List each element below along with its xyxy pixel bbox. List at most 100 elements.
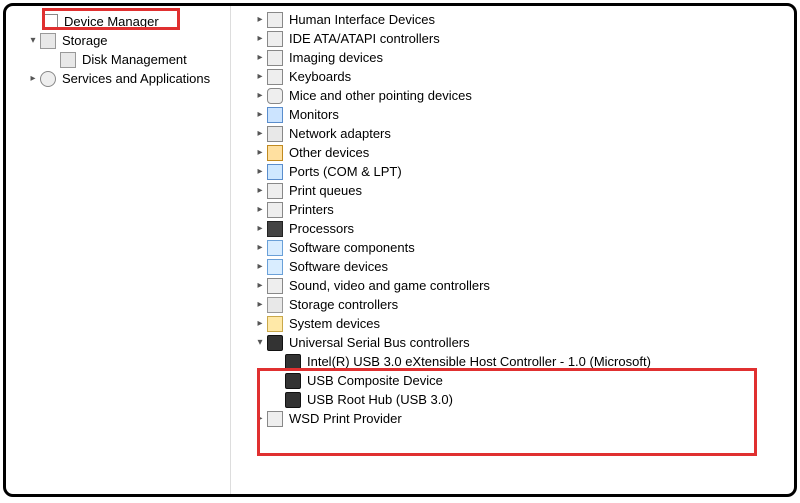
tree-item-label: Device Manager: [62, 13, 161, 30]
usb-icon: [285, 373, 301, 389]
storage-controller-icon: [267, 297, 283, 313]
tree-item-label: Ports (COM & LPT): [287, 163, 404, 180]
tree-item-sysdev[interactable]: ▸ System devices: [235, 314, 786, 333]
device-manager-tree: ▸ Human Interface Devices ▸ IDE ATA/ATAPI c…: [231, 6, 794, 494]
tree-item-label: Sound, video and game controllers: [287, 277, 492, 294]
tree-item-label: Mice and other pointing devices: [287, 87, 474, 104]
tree-item-label: Keyboards: [287, 68, 353, 85]
chevron-right-icon[interactable]: ▸: [253, 52, 267, 63]
disk-management-icon: [60, 52, 76, 68]
tree-item-disk-management[interactable]: Disk Management: [12, 50, 226, 69]
chevron-right-icon[interactable]: ▸: [253, 185, 267, 196]
tree-item-label: Universal Serial Bus controllers: [287, 334, 472, 351]
mmc-left-pane: Device Manager ▾ Storage Disk Management…: [6, 6, 231, 494]
tree-item-printq[interactable]: ▸ Print queues: [235, 181, 786, 200]
tree-item-usb-device[interactable]: USB Root Hub (USB 3.0): [235, 390, 786, 409]
system-devices-icon: [267, 316, 283, 332]
monitor-icon: [267, 107, 283, 123]
tree-item-label: USB Composite Device: [305, 372, 445, 389]
printer-icon: [267, 411, 283, 427]
tree-item-label: Monitors: [287, 106, 341, 123]
tree-item-swdev[interactable]: ▸ Software devices: [235, 257, 786, 276]
tree-item-device-manager[interactable]: Device Manager: [12, 12, 226, 31]
tree-item-label: Print queues: [287, 182, 364, 199]
tree-item-label: Network adapters: [287, 125, 393, 142]
chevron-right-icon[interactable]: ▸: [26, 73, 40, 84]
tree-item-label: IDE ATA/ATAPI controllers: [287, 30, 442, 47]
tree-item-wsd-print-provider[interactable]: ▸ WSD Print Provider: [235, 409, 786, 428]
tree-item-services-and-applications[interactable]: ▸ Services and Applications: [12, 69, 226, 88]
tree-item-label: USB Root Hub (USB 3.0): [305, 391, 455, 408]
imaging-icon: [267, 50, 283, 66]
tree-item-monitors[interactable]: ▸ Monitors: [235, 105, 786, 124]
chevron-right-icon[interactable]: ▸: [253, 223, 267, 234]
chevron-right-icon[interactable]: ▸: [253, 71, 267, 82]
mouse-icon: [267, 88, 283, 104]
usb-icon: [267, 335, 283, 351]
services-icon: [40, 71, 56, 87]
other-devices-icon: [267, 145, 283, 161]
tree-item-label: Processors: [287, 220, 356, 237]
chevron-right-icon[interactable]: ▸: [253, 261, 267, 272]
network-icon: [267, 126, 283, 142]
tree-item-ide[interactable]: ▸ IDE ATA/ATAPI controllers: [235, 29, 786, 48]
tree-item-swcomp[interactable]: ▸ Software components: [235, 238, 786, 257]
tree-item-storage[interactable]: ▾ Storage: [12, 31, 226, 50]
tree-item-other[interactable]: ▸ Other devices: [235, 143, 786, 162]
tree-item-label: Storage: [60, 32, 110, 49]
chevron-right-icon[interactable]: ▸: [253, 166, 267, 177]
usb-icon: [285, 392, 301, 408]
printer-icon: [267, 202, 283, 218]
chevron-right-icon[interactable]: ▸: [253, 33, 267, 44]
tree-item-hid[interactable]: ▸ Human Interface Devices: [235, 10, 786, 29]
chevron-right-icon[interactable]: ▸: [253, 147, 267, 158]
software-icon: [267, 259, 283, 275]
usb-icon: [285, 354, 301, 370]
tree-item-label: Software devices: [287, 258, 390, 275]
tree-item-usb-controllers[interactable]: ▾ Universal Serial Bus controllers: [235, 333, 786, 352]
software-icon: [267, 240, 283, 256]
tree-item-label: Imaging devices: [287, 49, 385, 66]
chevron-right-icon[interactable]: ▸: [253, 280, 267, 291]
tree-item-keyboards[interactable]: ▸ Keyboards: [235, 67, 786, 86]
tree-item-label: Other devices: [287, 144, 371, 161]
sound-icon: [267, 278, 283, 294]
tree-item-label: System devices: [287, 315, 382, 332]
chevron-right-icon[interactable]: ▸: [253, 90, 267, 101]
tree-item-usb-device[interactable]: Intel(R) USB 3.0 eXtensible Host Control…: [235, 352, 786, 371]
chevron-right-icon[interactable]: ▸: [253, 242, 267, 253]
chevron-right-icon[interactable]: ▸: [253, 14, 267, 25]
keyboard-icon: [267, 69, 283, 85]
tree-item-label: Printers: [287, 201, 336, 218]
chevron-right-icon[interactable]: ▸: [253, 299, 267, 310]
tree-item-usb-device[interactable]: USB Composite Device: [235, 371, 786, 390]
tree-item-label: Storage controllers: [287, 296, 400, 313]
chevron-down-icon[interactable]: ▾: [26, 35, 40, 46]
ide-icon: [267, 31, 283, 47]
tree-item-network[interactable]: ▸ Network adapters: [235, 124, 786, 143]
tree-item-label: WSD Print Provider: [287, 410, 404, 427]
chevron-right-icon[interactable]: ▸: [253, 204, 267, 215]
tree-item-label: Software components: [287, 239, 417, 256]
tree-item-label: Disk Management: [80, 51, 189, 68]
device-manager-icon: [42, 14, 58, 30]
tree-item-label: Services and Applications: [60, 70, 212, 87]
printer-icon: [267, 183, 283, 199]
tree-item-ports[interactable]: ▸ Ports (COM & LPT): [235, 162, 786, 181]
tree-item-label: Human Interface Devices: [287, 11, 437, 28]
tree-item-processors[interactable]: ▸ Processors: [235, 219, 786, 238]
tree-item-mice[interactable]: ▸ Mice and other pointing devices: [235, 86, 786, 105]
tree-item-storctl[interactable]: ▸ Storage controllers: [235, 295, 786, 314]
tree-item-imaging[interactable]: ▸ Imaging devices: [235, 48, 786, 67]
chevron-right-icon[interactable]: ▸: [253, 128, 267, 139]
chevron-down-icon[interactable]: ▾: [253, 337, 267, 348]
chevron-right-icon[interactable]: ▸: [253, 318, 267, 329]
hid-icon: [267, 12, 283, 28]
chevron-right-icon[interactable]: ▸: [253, 413, 267, 424]
port-icon: [267, 164, 283, 180]
chevron-right-icon[interactable]: ▸: [253, 109, 267, 120]
tree-item-sound[interactable]: ▸ Sound, video and game controllers: [235, 276, 786, 295]
tree-item-printers[interactable]: ▸ Printers: [235, 200, 786, 219]
tree-item-label: Intel(R) USB 3.0 eXtensible Host Control…: [305, 353, 653, 370]
storage-icon: [40, 33, 56, 49]
